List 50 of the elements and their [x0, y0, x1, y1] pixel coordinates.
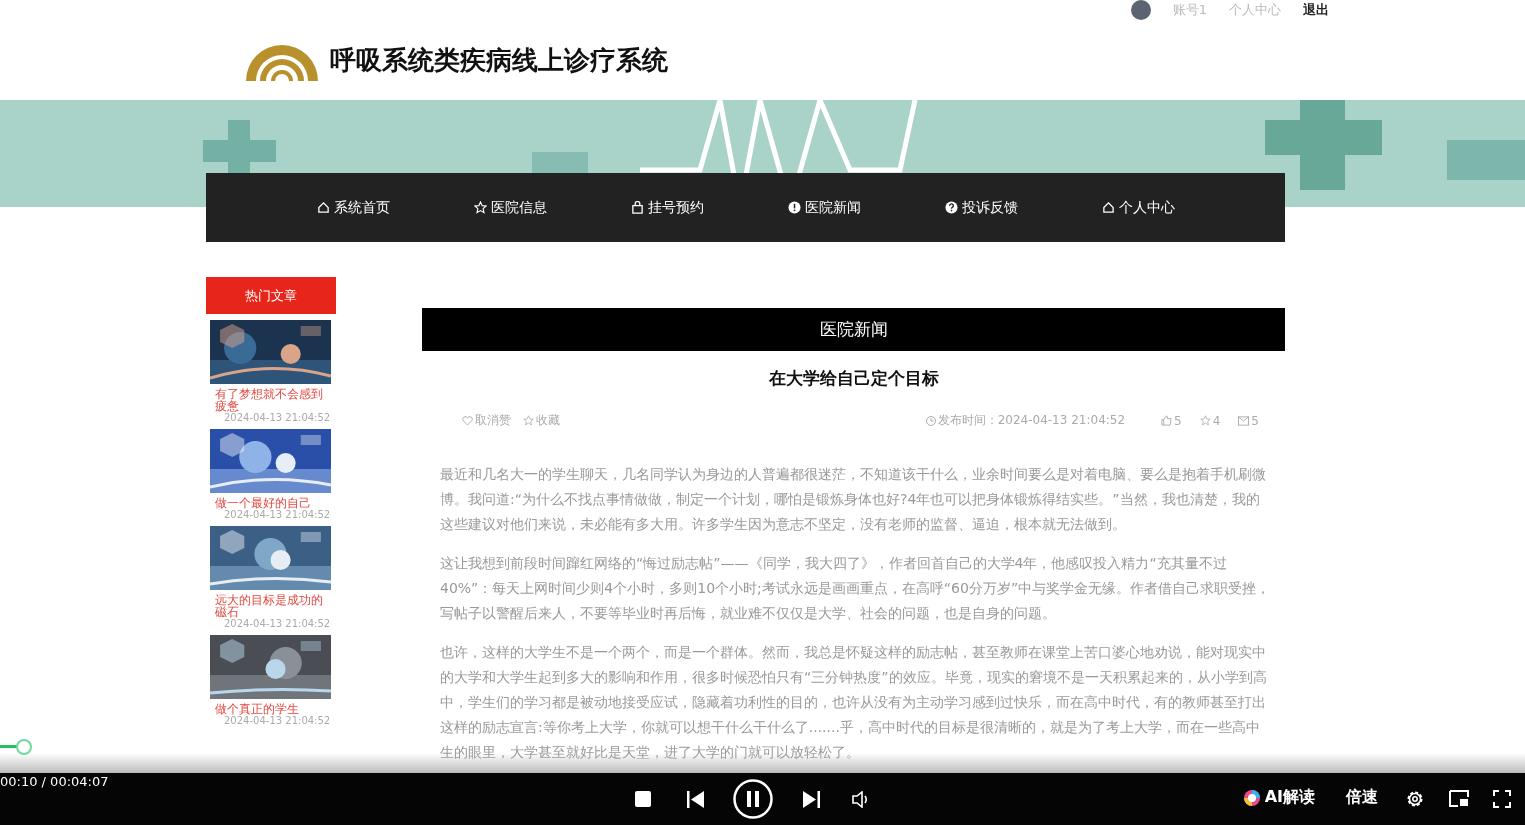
publish-time: 发布时间：2024-04-13 21:04:52	[937, 412, 1126, 429]
article-paragraph: 最近和几名大一的学生聊天，几名同学认为身边的人普遍都很迷茫，不知道该干什么，业余时间要么是对着电脑、要么是抱着手机刷微博。我问道:“为什么不找点事情做做，制定一个计划，哪怕是锻炼身体也好?4年也可以把身体锻炼得结实些。”当然，我也清楚，我的这些建议对他们来说，未必能有多大用。许多学生因为意志不坚定，没有老师的监督、逼迫，根本就无法做到。	[440, 465, 1267, 534]
section-header: 热门文章	[206, 277, 336, 314]
clock-icon	[925, 415, 936, 426]
article-paragraph: 也许，这样的大学生不是一个两个，而是一个群体。然而，我总是怀疑这样的励志帖，甚至教师在课堂上苦口婆心地劝说，能对现实中的大学和大学生起到多大的影响和作用，很多时候恐怕只有“三分钟热度”的效应。毕竟，现实的窘境不是一天积累起来的，从小学到高中，学生们的学习都是被动地接受应试，隐藏着功利性的目的，也许从没有为主动学习感到过快乐，而在高中时代，有的教师甚至打出这样的励志宣言:等你考上大学，你就可以想干什么干什么了.......乎，高中时代的目标是很清晰的，就是为了考上大学，而在一些高中生的眼里，大学甚至就好比是天堂，进了大学的门就可以放轻松了。	[440, 643, 1268, 762]
previous-icon[interactable]	[687, 791, 704, 808]
article-title: 在大学给自己定个目标	[767, 367, 940, 390]
star-icon	[1199, 415, 1211, 426]
settings-icon[interactable]	[1405, 789, 1425, 809]
article-date: 2024-04-13 21:04:52	[224, 618, 332, 629]
fullscreen-icon[interactable]	[1493, 790, 1511, 808]
ai-logo-icon	[1242, 788, 1261, 807]
speed-button[interactable]: 倍速	[1346, 787, 1378, 808]
site-title: 呼吸系统类疾病线上诊疗系统	[330, 43, 668, 77]
nav-item[interactable]: 挂号预约	[588, 173, 746, 242]
volume-icon[interactable]	[852, 791, 870, 808]
home-icon	[1101, 201, 1115, 214]
article-date: 2024-04-13 21:04:52	[224, 412, 332, 423]
article-link[interactable]: 有了梦想就不会感到疲惫	[215, 388, 325, 412]
nav-item[interactable]: 系统首页	[274, 173, 432, 242]
article-link[interactable]: 做一个最好的自己	[215, 497, 325, 509]
nav-item[interactable]: 个人中心	[1059, 173, 1217, 242]
stat-count: 5	[1251, 413, 1259, 428]
thumb-up-icon	[1161, 415, 1173, 426]
stat-count: 5	[1174, 413, 1182, 428]
article-paragraph: 这让我想到前段时间蹿红网络的“悔过励志帖”——《同学，我大四了》，作者回首自己的大学4年，他感叹投入精力“充其量不过40%”：每天上网时间少则4个小时，多则10个小时;考试永远是画画重点，在高呼“60分万岁”中与奖学金无缘。作者借自己求职受挫，写帖子以警醒后来人，不要等毕业时再后悔，就业难不仅仅是大学、社会的问题，也是自身的问题。	[440, 554, 1272, 623]
article-date: 2024-04-13 21:04:52	[224, 509, 332, 520]
time-display: 00:10 / 00:04:07	[0, 774, 109, 789]
star-icon	[523, 415, 534, 426]
nav-item[interactable]: 投诉反馈	[902, 173, 1060, 242]
nav-item[interactable]: 医院信息	[431, 173, 589, 242]
nav-item[interactable]: 医院新闻	[745, 173, 903, 242]
home-icon	[316, 201, 330, 214]
picture-in-picture-icon[interactable]	[1449, 790, 1469, 807]
pause-icon[interactable]	[733, 779, 773, 819]
article-link[interactable]: 远大的目标是成功的磁石	[215, 594, 325, 618]
bag-icon	[630, 201, 644, 214]
stat-count: 4	[1212, 413, 1221, 428]
ai-button[interactable]: AI解读	[1264, 787, 1315, 808]
avatar[interactable]	[1130, 0, 1151, 20]
article-date: 2024-04-13 21:04:52	[224, 715, 332, 726]
heart-icon	[462, 415, 473, 426]
star-icon	[473, 201, 487, 214]
top-link[interactable]: 退出	[1303, 1, 1329, 19]
section-header: 医院新闻	[422, 308, 1285, 351]
next-icon[interactable]	[803, 791, 820, 808]
info-icon	[787, 201, 801, 214]
message-icon	[1238, 415, 1250, 426]
question-icon	[944, 201, 958, 214]
article-link[interactable]: 做个真正的学生	[215, 703, 325, 715]
